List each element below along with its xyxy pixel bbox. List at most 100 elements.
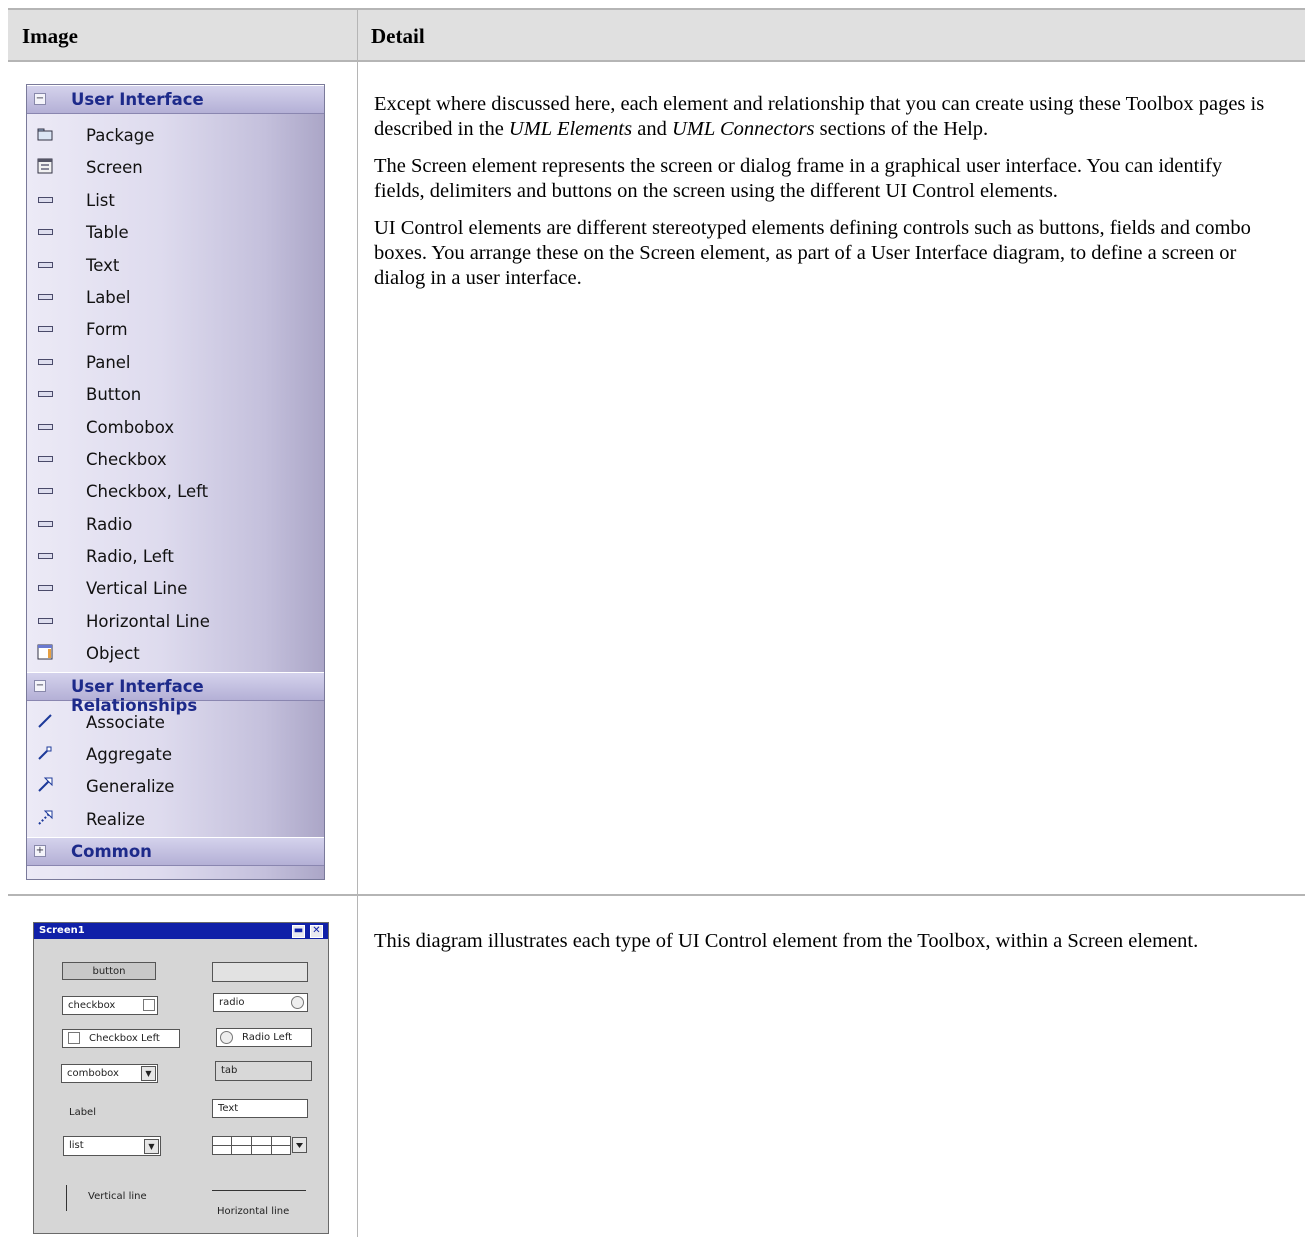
toolbox-item-label: Associate — [86, 712, 165, 732]
control-icon — [37, 320, 53, 336]
toolbox-group-label: User Interface — [71, 90, 204, 109]
control-icon — [37, 256, 53, 272]
toolbox-group-header[interactable]: − User Interface — [27, 85, 324, 114]
toolbox-item-label: Form — [86, 320, 128, 340]
mock-tab: tab — [215, 1061, 312, 1081]
screen-element-mockup: Screen1 ▬ ✕ button checkbox radio Checkb… — [33, 922, 329, 1234]
radio-circle-icon — [220, 1031, 233, 1044]
control-icon — [37, 450, 53, 466]
toolbox-item[interactable]: Object — [27, 636, 324, 668]
toolbox-item[interactable]: Screen — [27, 150, 324, 182]
row1-paragraph-1: Except where discussed here, each elemen… — [374, 93, 1265, 140]
checkbox-box-icon — [143, 999, 155, 1011]
toolbox-item-label: Checkbox — [86, 449, 167, 469]
minimize-icon: ▬ — [292, 925, 305, 938]
toolbox-item[interactable]: Radio — [27, 507, 324, 539]
uml-elements-ref: UML Elements — [508, 118, 633, 140]
control-icon — [37, 612, 53, 628]
toolbox-item[interactable]: Generalize — [27, 769, 324, 801]
mock-combobox: combobox ▼ — [61, 1064, 158, 1083]
control-icon — [37, 385, 53, 401]
mock-horizontal-line — [212, 1190, 306, 1191]
object-icon — [37, 644, 53, 660]
checkbox-box-icon — [68, 1032, 80, 1044]
row2-detail: This diagram illustrates each type of UI… — [374, 929, 1274, 966]
realize-icon — [37, 810, 53, 826]
toolbox-item[interactable]: Aggregate — [27, 737, 324, 769]
screen-titlebar: Screen1 ▬ ✕ — [34, 923, 328, 939]
mock-label: Label — [69, 1107, 96, 1118]
mock-text: Text — [212, 1099, 308, 1118]
radio-circle-icon — [291, 996, 304, 1009]
toolbox-item-label: Label — [86, 287, 131, 307]
toolbox-group-header[interactable]: − User Interface Relationships — [27, 671, 324, 715]
mock-checkbox-left: Checkbox Left — [62, 1029, 180, 1048]
row1-detail: Except where discussed here, each elemen… — [374, 92, 1274, 303]
mock-list: list ▼ — [63, 1136, 161, 1156]
toolbox-panel: − User Interface Package Screen List Table Tex… — [26, 84, 325, 880]
toolbox-item[interactable]: Table — [27, 215, 324, 247]
row1-paragraph-3: UI Control elements are different stereo… — [374, 217, 1251, 289]
mock-table — [212, 1136, 308, 1155]
package-icon — [37, 126, 53, 142]
toolbox-item-label: Screen — [86, 158, 143, 178]
dropdown-arrow-icon: ▼ — [144, 1139, 159, 1154]
control-icon — [37, 353, 53, 369]
collapse-icon[interactable]: − — [34, 93, 46, 105]
screen-icon — [37, 158, 53, 174]
control-icon — [37, 579, 53, 595]
screen-title: Screen1 — [39, 925, 85, 936]
toolbox-item-label: Text — [86, 255, 120, 275]
toolbox-item[interactable]: Button — [27, 377, 324, 409]
mock-vertical-line-label: Vertical line — [88, 1191, 147, 1202]
control-icon — [37, 288, 53, 304]
associate-icon — [37, 713, 53, 729]
toolbox-item-label: Vertical Line — [86, 579, 188, 599]
toolbox-group-header[interactable]: + Common — [27, 837, 324, 867]
column-divider — [357, 10, 358, 1237]
toolbox-item-label: List — [86, 190, 115, 210]
row-divider — [8, 894, 1305, 896]
toolbox-item-label: Panel — [86, 352, 131, 372]
toolbox-item[interactable]: Checkbox, Left — [27, 474, 324, 506]
toolbox-item[interactable]: Label — [27, 280, 324, 312]
table-grid-icon — [212, 1136, 307, 1155]
toolbox-item[interactable]: Radio, Left — [27, 539, 324, 571]
aggregate-icon — [37, 745, 53, 761]
toolbox-item-label: Checkbox, Left — [86, 482, 209, 502]
toolbox-item[interactable]: Vertical Line — [27, 571, 324, 603]
generalize-icon — [37, 777, 53, 793]
toolbox-item-label: Radio — [86, 514, 133, 534]
mock-panel — [212, 962, 308, 982]
toolbox-item-label: Aggregate — [86, 745, 173, 765]
collapse-icon[interactable]: − — [34, 679, 46, 692]
toolbox-item-label: Button — [86, 385, 142, 405]
toolbox-group-label: Common — [71, 842, 152, 862]
toolbox-item[interactable]: Text — [27, 248, 324, 280]
toolbox-item-label: Horizontal Line — [86, 611, 210, 631]
control-icon — [37, 223, 53, 239]
mock-horizontal-line-label: Horizontal line — [217, 1206, 290, 1217]
control-icon — [37, 482, 53, 498]
row1-paragraph-2: The Screen element represents the screen… — [374, 155, 1223, 202]
row2-paragraph-1: This diagram illustrates each type of UI… — [374, 930, 1199, 952]
control-icon — [37, 515, 53, 531]
image-column-header: Image — [22, 24, 78, 48]
expand-icon[interactable]: + — [34, 845, 46, 858]
mock-checkbox: checkbox — [62, 996, 158, 1015]
control-icon — [37, 191, 53, 207]
toolbox-item[interactable]: Realize — [27, 802, 324, 834]
toolbox-item[interactable]: Combobox — [27, 410, 324, 442]
mock-button: button — [62, 962, 156, 980]
toolbox-item[interactable]: Associate — [27, 705, 324, 737]
toolbox-item[interactable]: Panel — [27, 345, 324, 377]
toolbox-item[interactable]: Form — [27, 312, 324, 344]
uml-connectors-ref: UML Connectors — [671, 118, 815, 140]
toolbox-item[interactable]: Package — [27, 118, 324, 150]
mock-radio: radio — [213, 993, 308, 1012]
toolbox-item[interactable]: Checkbox — [27, 442, 324, 474]
toolbox-item[interactable]: Horizontal Line — [27, 604, 324, 636]
detail-column-header: Detail — [371, 24, 425, 48]
toolbox-item[interactable]: List — [27, 183, 324, 215]
toolbox-item-label: Combobox — [86, 417, 175, 437]
